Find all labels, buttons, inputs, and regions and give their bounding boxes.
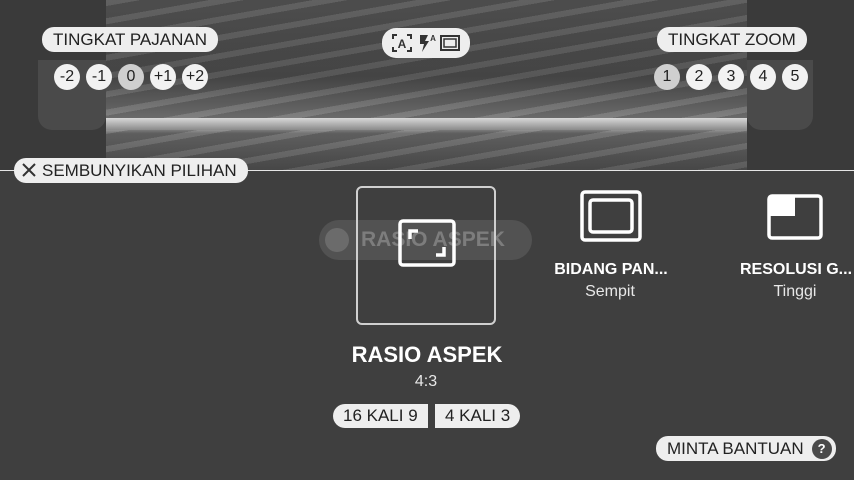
exposure-level-label: TINGKAT PAJANAN: [42, 27, 218, 52]
field-of-view-icon: [580, 190, 642, 247]
zoom-level-1[interactable]: 1: [654, 64, 680, 90]
aspect-ratio-card[interactable]: [356, 186, 496, 325]
zoom-level-2[interactable]: 2: [686, 64, 712, 90]
camera-mode-indicators[interactable]: A A: [382, 28, 470, 58]
aspect-ratio-value: 4:3: [414, 373, 438, 390]
auto-scene-icon: A: [392, 34, 412, 57]
hide-options-label: SEMBUNYIKAN PILIHAN: [42, 161, 237, 180]
exposure-level-0[interactable]: 0: [118, 64, 144, 90]
help-button[interactable]: MINTA BANTUAN?: [656, 436, 836, 461]
aspect-ratio-icon: [398, 219, 456, 272]
zoom-level-5[interactable]: 5: [782, 64, 808, 90]
zoom-level-label: TINGKAT ZOOM: [657, 27, 807, 52]
field-of-view-value: Sempit: [585, 283, 635, 300]
viewfinder-object-edge: [106, 118, 747, 130]
aspect-ratio-title: RASIO ASPEK: [351, 342, 503, 367]
svg-text:A: A: [430, 34, 436, 43]
help-label: MINTA BANTUAN: [667, 439, 804, 458]
resolution-title: RESOLUSI G...: [740, 261, 853, 278]
resolution-value: Tinggi: [773, 283, 817, 300]
aspect-choice-4-3[interactable]: 4 KALI 3: [435, 404, 521, 428]
exposure-level-minus-2[interactable]: -2: [54, 64, 80, 90]
help-icon: ?: [811, 439, 832, 459]
aspect-frame-icon: [440, 35, 460, 56]
exposure-level-minus-1[interactable]: -1: [86, 64, 112, 90]
svg-text:A: A: [398, 37, 407, 51]
exposure-level-plus-1[interactable]: +1: [150, 64, 176, 90]
zoom-level-4[interactable]: 4: [750, 64, 776, 90]
flash-auto-icon: A: [416, 33, 436, 58]
exposure-level-plus-2[interactable]: +2: [182, 64, 208, 90]
field-of-view-title: BIDANG PAN...: [554, 261, 668, 278]
resolution-icon: [767, 194, 823, 245]
zoom-level-3[interactable]: 3: [718, 64, 744, 90]
hide-options-button[interactable]: SEMBUNYIKAN PILIHAN: [14, 158, 248, 183]
close-icon: [22, 159, 36, 177]
aspect-choice-16-9[interactable]: 16 KALI 9: [333, 404, 428, 428]
